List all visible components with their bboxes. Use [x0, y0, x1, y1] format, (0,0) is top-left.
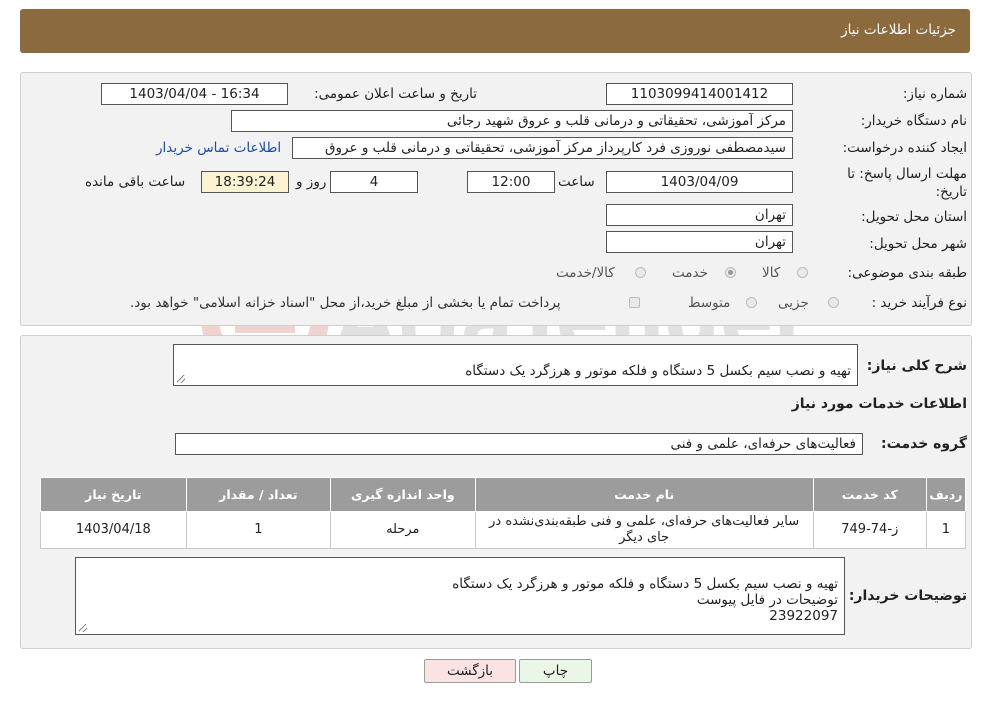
table-row: 1 ز-74-749 سایر فعالیت‌های حرفه‌ای، علمی… — [40, 511, 967, 549]
col-service-name: نام خدمت — [474, 477, 814, 512]
deadline-time-label: ساعت — [558, 174, 595, 190]
cell-service-code: ز-74-749 — [812, 511, 927, 549]
page-header: جزئیات اطلاعات نیاز — [20, 9, 970, 53]
resize-grip-icon — [177, 375, 185, 383]
cell-row-number: 1 — [925, 511, 967, 549]
col-quantity: تعداد / مقدار — [185, 477, 332, 512]
days-remaining-field: 4 — [330, 171, 418, 193]
buyer-notes-label: توضیحات خریدار: — [848, 588, 967, 604]
city-field: تهران — [606, 231, 793, 253]
category-option-service: خدمت — [672, 265, 708, 281]
city-label: شهر محل تحویل: — [869, 236, 967, 252]
col-need-date: تاریخ نیاز — [40, 477, 187, 512]
service-group-label: گروه خدمت: — [881, 436, 967, 452]
buyer-org-field: مرکز آموزشی، تحقیقاتی و درمانی قلب و عرو… — [231, 110, 793, 132]
page-title: جزئیات اطلاعات نیاز — [841, 22, 956, 38]
resize-grip-icon — [79, 624, 87, 632]
process-option-minor: جزیی — [778, 295, 809, 311]
need-number-field: 1103099414001412 — [606, 83, 793, 105]
deadline-time-field: 12:00 — [467, 171, 555, 193]
col-row-number: ردیف — [925, 477, 967, 512]
province-label: استان محل تحویل: — [861, 209, 967, 225]
cell-need-date: 1403/04/18 — [40, 511, 187, 549]
process-radio-medium[interactable] — [746, 297, 757, 308]
buyer-org-label: نام دستگاه خریدار: — [860, 113, 967, 129]
need-number-label: شماره نیاز: — [902, 86, 967, 102]
days-label: روز و — [296, 174, 327, 190]
services-table: ردیف کد خدمت نام خدمت واحد اندازه گیری ت… — [40, 477, 967, 549]
creator-label: ایجاد کننده درخواست: — [842, 140, 967, 156]
process-type-label: نوع فرآیند خرید : — [871, 295, 967, 311]
category-radio-goods-service[interactable] — [635, 267, 646, 278]
category-option-goods: کالا — [762, 265, 781, 281]
print-button[interactable]: چاپ — [519, 659, 592, 683]
buyer-notes-field: تهیه و نصب سیم بکسل 5 دستگاه و فلکه موتو… — [75, 557, 845, 635]
deadline-label: مهلت ارسال پاسخ: تا تاریخ: — [847, 166, 967, 200]
description-field: تهیه و نصب سیم بکسل 5 دستگاه و فلکه موتو… — [173, 344, 858, 386]
cell-quantity: 1 — [185, 511, 332, 549]
description-text: تهیه و نصب سیم بکسل 5 دستگاه و فلکه موتو… — [465, 363, 851, 379]
category-label: طبقه بندی موضوعی: — [847, 265, 967, 281]
category-radio-goods[interactable] — [797, 267, 808, 278]
cell-unit: مرحله — [330, 511, 476, 549]
buyer-notes-text: تهیه و نصب سیم بکسل 5 دستگاه و فلکه موتو… — [452, 576, 838, 624]
process-option-medium: متوسط — [688, 295, 731, 311]
col-service-code: کد خدمت — [812, 477, 927, 512]
announce-datetime-label: تاریخ و ساعت اعلان عمومی: — [314, 86, 477, 102]
table-header-row: ردیف کد خدمت نام خدمت واحد اندازه گیری ت… — [40, 477, 967, 512]
cell-service-name: سایر فعالیت‌های حرفه‌ای، علمی و فنی طبقه… — [474, 511, 814, 549]
process-radio-minor[interactable] — [828, 297, 839, 308]
services-section-title: اطلاعات خدمات مورد نیاز — [791, 396, 967, 412]
province-field: تهران — [606, 204, 793, 226]
category-radio-service[interactable] — [725, 267, 736, 278]
buyer-contact-link[interactable]: اطلاعات تماس خریدار — [156, 140, 281, 156]
description-label: شرح کلی نیاز: — [866, 358, 967, 374]
category-option-goods-service: کالا/خدمت — [556, 265, 615, 281]
creator-field: سیدمصطفی نوروزی فرد کارپرداز مرکز آموزشی… — [292, 137, 793, 159]
deadline-date-field: 1403/04/09 — [606, 171, 793, 193]
payment-note: پرداخت تمام یا بخشی از مبلغ خرید،از محل … — [130, 295, 561, 311]
back-button[interactable]: بازگشت — [424, 659, 516, 683]
payment-treasury-checkbox[interactable] — [629, 297, 640, 308]
service-group-field: فعالیت‌های حرفه‌ای، علمی و فنی — [175, 433, 863, 455]
remaining-time-label: ساعت باقی مانده — [85, 174, 186, 190]
col-unit: واحد اندازه گیری — [330, 477, 476, 512]
remaining-time-field: 18:39:24 — [201, 171, 289, 193]
announce-datetime-field: 1403/04/04 - 16:34 — [101, 83, 288, 105]
